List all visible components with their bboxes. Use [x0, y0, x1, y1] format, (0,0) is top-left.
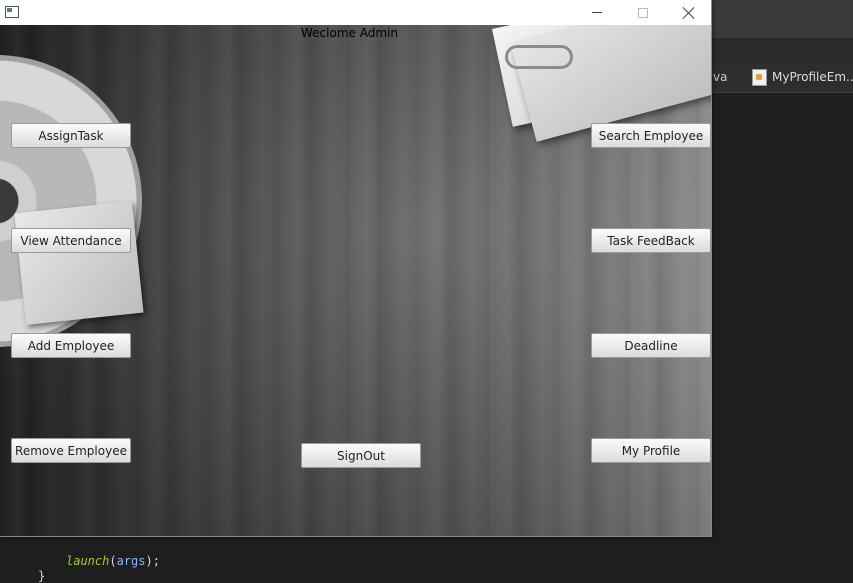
my-profile-button[interactable]: My Profile: [591, 438, 711, 463]
ide-tab-label: MyProfileEm...: [772, 70, 853, 84]
code-line-launch: launch(args);: [66, 554, 160, 568]
close-icon: [682, 6, 696, 20]
deadline-button[interactable]: Deadline: [591, 333, 711, 358]
welcome-label: Weclome Admin: [301, 26, 398, 40]
remove-employee-button[interactable]: Remove Employee: [11, 438, 131, 463]
sticky-note-decoration: [14, 201, 144, 325]
assign-task-button[interactable]: AssignTask: [11, 123, 131, 148]
paper-clip-icon: [505, 45, 573, 69]
view-attendance-button[interactable]: View Attendance: [11, 228, 131, 253]
search-employee-button[interactable]: Search Employee: [591, 123, 711, 148]
sign-out-button[interactable]: SignOut: [301, 443, 421, 468]
maximize-icon: [638, 7, 648, 18]
add-employee-button[interactable]: Add Employee: [11, 333, 131, 358]
ide-tabbar: [711, 38, 853, 62]
ide-tab-partial[interactable]: va: [713, 70, 727, 84]
code-line-brace: }: [38, 569, 46, 583]
close-button[interactable]: [666, 0, 712, 25]
ide-tab-myprofile[interactable]: MyProfileEm...: [752, 66, 853, 88]
code-launch-fn: launch: [66, 554, 110, 568]
window-titlebar[interactable]: [0, 0, 711, 25]
task-feedback-button[interactable]: Task FeedBack: [591, 228, 711, 253]
minimize-button[interactable]: [574, 0, 620, 25]
admin-window: Weclome Admin AssignTask View Attendance…: [0, 0, 712, 537]
ide-toolbar: [711, 0, 853, 38]
code-launch-arg: args: [116, 554, 146, 568]
app-window-icon: [5, 6, 19, 18]
minimize-icon: [592, 12, 602, 13]
maximize-button: [620, 0, 666, 25]
java-file-icon: [752, 68, 767, 86]
